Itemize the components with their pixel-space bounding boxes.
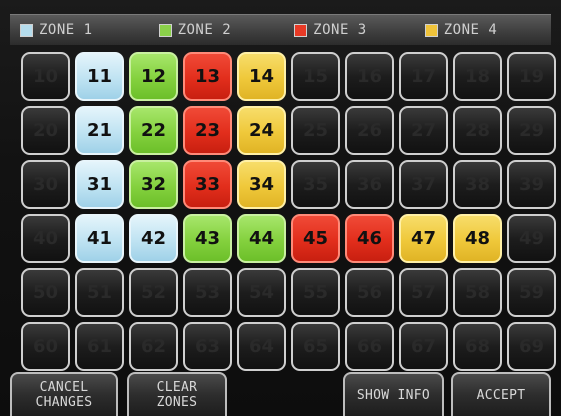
zone-cell[interactable]: 41	[75, 214, 124, 263]
zone-cell[interactable]: 27	[399, 106, 448, 155]
zone-grid: 10 11 12 13 14 15 16 17 18 19 20 21 22 23 24 25 26 27 28 29…	[21, 52, 556, 371]
zone-cell[interactable]: 54	[237, 268, 286, 317]
legend-zone-4-label: ZONE 4	[443, 22, 498, 38]
zone-cell[interactable]: 14	[237, 52, 286, 101]
legend-zone-1-label: ZONE 1	[39, 22, 93, 38]
zone-cell[interactable]: 56	[345, 268, 394, 317]
zone-cell[interactable]: 15	[291, 52, 340, 101]
zone-cell[interactable]: 21	[75, 106, 124, 155]
legend-zone-2: ZONE 2	[158, 22, 232, 38]
zone-cell[interactable]: 38	[453, 160, 502, 209]
zone-cell[interactable]: 49	[507, 214, 556, 263]
zone-cell[interactable]: 39	[507, 160, 556, 209]
legend-zone-3: ZONE 3	[294, 22, 367, 38]
zone-cell[interactable]: 35	[291, 160, 340, 209]
zone-cell[interactable]: 52	[129, 268, 178, 317]
zone-cell[interactable]: 16	[345, 52, 394, 101]
zone-cell[interactable]: 17	[399, 52, 448, 101]
zone-cell[interactable]: 68	[453, 322, 502, 371]
zone-cell[interactable]: 31	[75, 160, 124, 209]
cancel-changes-button[interactable]: CANCEL CHANGES	[10, 372, 118, 416]
accept-label: ACCEPT	[476, 387, 526, 403]
zone-cell[interactable]: 48	[453, 214, 502, 263]
zone-cell[interactable]: 36	[345, 160, 394, 209]
zone-2-swatch	[158, 23, 172, 37]
zone-cell[interactable]: 42	[129, 214, 178, 263]
zone-cell[interactable]: 30	[21, 160, 70, 209]
zone-cell[interactable]: 57	[399, 268, 448, 317]
zone-cell[interactable]: 32	[129, 160, 178, 209]
zone-editor-screen: ZONE 1 ZONE 2 ZONE 3 ZONE 4 10 11 12 13 14 15…	[0, 0, 561, 416]
zone-cell[interactable]: 67	[399, 322, 448, 371]
zone-cell[interactable]: 59	[507, 268, 556, 317]
zone-cell[interactable]: 69	[507, 322, 556, 371]
cancel-changes-label-line-1: CANCEL	[39, 380, 89, 395]
cancel-changes-label-line-2: CHANGES	[35, 395, 93, 410]
zone-cell[interactable]: 34	[237, 160, 286, 209]
zone-cell[interactable]: 61	[75, 322, 124, 371]
zone-cell[interactable]: 10	[21, 52, 70, 101]
zone-cell[interactable]: 46	[345, 214, 394, 263]
legend-zone-4: ZONE 4	[424, 22, 498, 38]
zone-cell[interactable]: 18	[453, 52, 502, 101]
zone-cell[interactable]: 50	[21, 268, 70, 317]
legend-zone-3-label: ZONE 3	[313, 22, 367, 38]
zone-3-swatch	[294, 23, 308, 37]
zone-cell[interactable]: 53	[183, 268, 232, 317]
zone-legend: ZONE 1 ZONE 2 ZONE 3 ZONE 4	[10, 14, 551, 45]
clear-zones-button[interactable]: CLEAR ZONES	[127, 372, 227, 416]
zone-cell[interactable]: 33	[183, 160, 232, 209]
zone-cell[interactable]: 12	[129, 52, 178, 101]
clear-zones-label-line-2: ZONES	[156, 395, 198, 410]
zone-cell[interactable]: 22	[129, 106, 178, 155]
zone-cell[interactable]: 28	[453, 106, 502, 155]
legend-zone-1: ZONE 1	[20, 22, 93, 38]
clear-zones-label-line-1: CLEAR	[156, 380, 198, 395]
zone-cell[interactable]: 37	[399, 160, 448, 209]
zone-cell[interactable]: 29	[507, 106, 556, 155]
show-info-label: SHOW INFO	[356, 387, 431, 403]
zone-1-swatch	[20, 23, 33, 37]
accept-button[interactable]: ACCEPT	[451, 372, 551, 416]
zone-cell[interactable]: 20	[21, 106, 70, 155]
zone-cell[interactable]: 24	[237, 106, 286, 155]
zone-cell[interactable]: 26	[345, 106, 394, 155]
zone-cell[interactable]: 43	[183, 214, 232, 263]
zone-cell[interactable]: 13	[183, 52, 232, 101]
legend-zone-2-label: ZONE 2	[177, 22, 232, 38]
zone-cell[interactable]: 47	[399, 214, 448, 263]
zone-cell[interactable]: 40	[21, 214, 70, 263]
zone-cell[interactable]: 44	[237, 214, 286, 263]
zone-4-swatch	[424, 23, 438, 37]
zone-cell[interactable]: 45	[291, 214, 340, 263]
zone-cell[interactable]: 65	[291, 322, 340, 371]
zone-cell[interactable]: 23	[183, 106, 232, 155]
zone-cell[interactable]: 60	[21, 322, 70, 371]
zone-cell[interactable]: 62	[129, 322, 178, 371]
zone-cell[interactable]: 63	[183, 322, 232, 371]
show-info-button[interactable]: SHOW INFO	[343, 372, 444, 416]
zone-cell[interactable]: 11	[75, 52, 124, 101]
zone-cell[interactable]: 51	[75, 268, 124, 317]
zone-cell[interactable]: 19	[507, 52, 556, 101]
zone-cell[interactable]: 25	[291, 106, 340, 155]
zone-cell[interactable]: 64	[237, 322, 286, 371]
zone-cell[interactable]: 66	[345, 322, 394, 371]
zone-cell[interactable]: 58	[453, 268, 502, 317]
zone-cell[interactable]: 55	[291, 268, 340, 317]
